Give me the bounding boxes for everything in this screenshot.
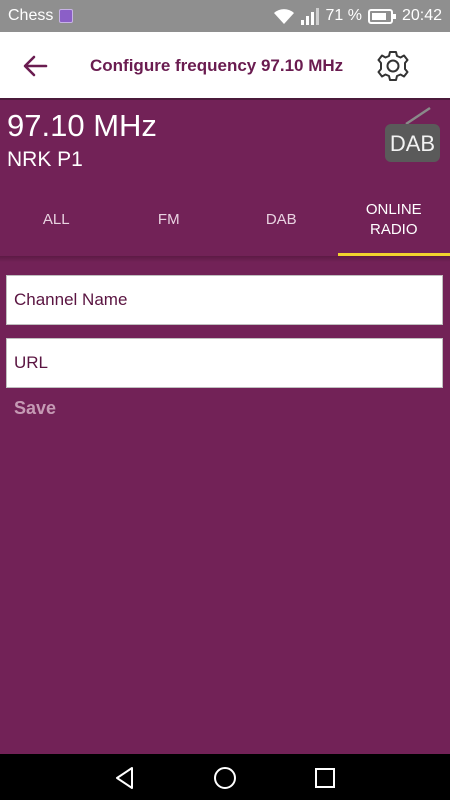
save-button[interactable]: Save [14, 398, 56, 419]
tab-bar: ALL FM DAB ONLINE RADIO [0, 184, 450, 256]
station-name: NRK P1 [7, 148, 83, 171]
tab-all[interactable]: ALL [0, 184, 113, 256]
url-input[interactable] [6, 338, 443, 388]
status-bar: Chess 71 % 20:42 [0, 0, 450, 32]
tab-shadow [0, 256, 450, 262]
system-nav-bar [0, 754, 450, 800]
nav-back-icon[interactable] [112, 765, 138, 791]
nav-home-icon[interactable] [212, 765, 238, 791]
battery-percent: 71 % [325, 7, 362, 24]
page-title: Configure frequency 97.10 MHz [90, 56, 344, 75]
status-right: 71 % 20:42 [273, 7, 442, 25]
app-bar: Configure frequency 97.10 MHz [0, 32, 450, 100]
station-frequency: 97.10 MHz [7, 108, 157, 143]
tab-online-radio-label: ONLINE RADIO [365, 201, 422, 238]
dab-badge-text: DAB [390, 131, 435, 156]
dab-radio-icon: DAB [384, 106, 444, 164]
status-app-label: Chess [8, 7, 54, 24]
tab-fm[interactable]: FM [113, 184, 226, 256]
signal-icon [301, 7, 320, 25]
status-time: 20:42 [401, 7, 442, 24]
tab-online-radio[interactable]: ONLINE RADIO [337, 184, 450, 256]
channel-name-input[interactable] [6, 275, 443, 325]
gear-icon[interactable] [376, 49, 410, 83]
battery-icon [367, 8, 396, 24]
tab-dab[interactable]: DAB [225, 184, 338, 256]
wifi-icon [273, 8, 295, 25]
nav-recents-icon[interactable] [312, 765, 338, 791]
notification-icon [59, 9, 74, 23]
arrow-left-icon[interactable] [20, 52, 50, 80]
status-left: Chess [8, 7, 74, 25]
